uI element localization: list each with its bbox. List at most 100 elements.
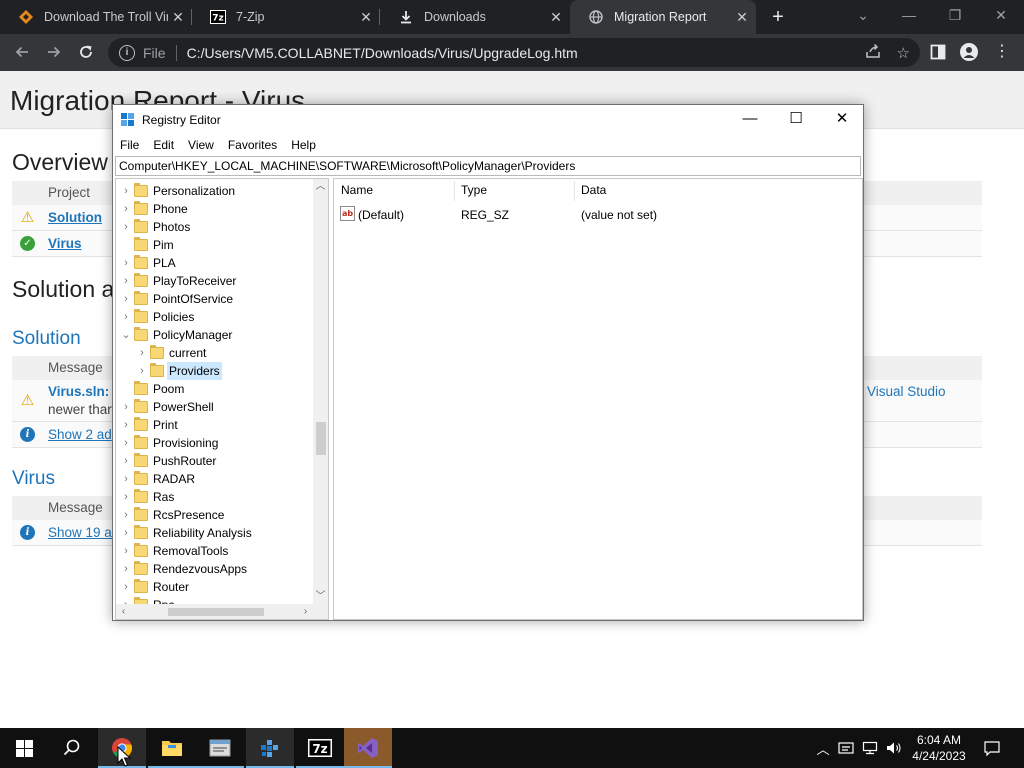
tree-horizontal-scrollbar[interactable]: ‹ › [116, 604, 328, 619]
back-icon[interactable] [8, 38, 36, 66]
tree-node-rcspresence[interactable]: › RcsPresence [120, 506, 320, 524]
volume-icon[interactable] [884, 728, 904, 768]
bookmark-star-icon[interactable]: ☆ [897, 44, 910, 62]
tree-node-powershell[interactable]: › PowerShell [120, 398, 320, 416]
system-clock[interactable]: 6:04 AM 4/24/2023 [908, 732, 970, 764]
expand-chevron-icon[interactable]: › [120, 470, 132, 488]
registry-key-tree[interactable]: › Personalization › Phone › Photos Pim › PLA › Pla… [115, 178, 329, 620]
new-tab-button[interactable]: + [766, 5, 790, 29]
registry-values-list[interactable]: Name Type Data ab (Default) REG_SZ (valu… [333, 178, 863, 620]
expand-chevron-icon[interactable]: › [120, 182, 132, 200]
tab-7zip[interactable]: 7z 7-Zip ✕ [192, 0, 380, 34]
taskbar-file-explorer[interactable] [148, 728, 196, 768]
side-panel-icon[interactable] [924, 38, 952, 66]
tree-node-pushrouter[interactable]: › PushRouter [120, 452, 320, 470]
project-link-solution[interactable]: Solution [48, 210, 102, 225]
tree-node-pla[interactable]: › PLA [120, 254, 320, 272]
expand-chevron-icon[interactable]: › [120, 398, 132, 416]
notification-center-icon[interactable] [980, 728, 1004, 768]
reload-icon[interactable] [72, 38, 100, 66]
tree-node-photos[interactable]: › Photos [120, 218, 320, 236]
scroll-thumb[interactable] [168, 608, 264, 616]
tray-security-icon[interactable] [836, 728, 856, 768]
close-button[interactable]: ✕ [819, 105, 865, 135]
scroll-up-arrow-icon[interactable]: ︿ [313, 179, 328, 195]
close-button[interactable]: ✕ [978, 0, 1024, 34]
tree-node-removaltools[interactable]: › RemovalTools [120, 542, 320, 560]
menu-file[interactable]: File [113, 135, 146, 155]
tab-search-chevron-icon[interactable]: ⌄ [840, 0, 886, 34]
tree-node-provisioning[interactable]: › Provisioning [120, 434, 320, 452]
expand-chevron-icon[interactable]: › [120, 254, 132, 272]
tree-node-poom[interactable]: Poom [120, 380, 320, 398]
show-additional-messages-link[interactable]: Show 19 ad [48, 525, 119, 540]
project-link-virus[interactable]: Virus [48, 236, 82, 251]
expand-chevron-icon[interactable]: › [120, 452, 132, 470]
share-icon[interactable] [865, 43, 881, 63]
scroll-right-arrow-icon[interactable]: › [298, 604, 313, 619]
expand-chevron-icon[interactable]: › [120, 308, 132, 326]
search-button[interactable] [48, 728, 96, 768]
window-titlebar[interactable]: Registry Editor — ☐ ✕ [113, 105, 863, 135]
tree-node-ras[interactable]: › Ras [120, 488, 320, 506]
expand-chevron-icon[interactable]: › [136, 344, 148, 362]
tree-node-personalization[interactable]: › Personalization [120, 182, 320, 200]
expand-chevron-icon[interactable]: › [120, 560, 132, 578]
network-icon[interactable] [860, 728, 880, 768]
site-info-icon[interactable]: i [119, 44, 135, 61]
expand-chevron-icon[interactable]: › [120, 200, 132, 218]
tree-node-policies[interactable]: › Policies [120, 308, 320, 326]
tree-node-providers[interactable]: › Providers [136, 362, 328, 380]
browser-menu-icon[interactable]: ⋮ [988, 38, 1016, 66]
expand-chevron-icon[interactable]: › [120, 218, 132, 236]
tree-node-print[interactable]: › Print [120, 416, 320, 434]
url-text[interactable]: C:/Users/VM5.COLLABNET/Downloads/Virus/U… [187, 45, 578, 61]
column-header-data[interactable]: Data [581, 183, 606, 197]
tree-node-pointofservice[interactable]: › PointOfService [120, 290, 320, 308]
tab-close-icon[interactable]: ✕ [168, 9, 188, 26]
expand-chevron-icon[interactable]: › [120, 542, 132, 560]
restore-button[interactable]: ❐ [932, 0, 978, 34]
column-header-type[interactable]: Type [461, 183, 487, 197]
tree-node-radar[interactable]: › RADAR [120, 470, 320, 488]
tab-troll-download[interactable]: Download The Troll Vir ✕ [0, 0, 192, 34]
registry-address-bar[interactable]: Computer\HKEY_LOCAL_MACHINE\SOFTWARE\Mic… [115, 156, 861, 176]
menu-edit[interactable]: Edit [146, 135, 181, 155]
show-additional-messages-link[interactable]: Show 2 ad [48, 427, 112, 442]
start-button[interactable] [0, 728, 48, 768]
tree-node-router[interactable]: › Router [120, 578, 320, 596]
column-header-name[interactable]: Name [341, 183, 373, 197]
tab-migration-report[interactable]: Migration Report ✕ [570, 0, 756, 34]
tab-close-icon[interactable]: ✕ [546, 9, 566, 26]
tree-node-policymanager[interactable]: ⌄ PolicyManager [120, 326, 320, 344]
tray-overflow-chevron-icon[interactable]: ︿ [814, 728, 832, 768]
minimize-button[interactable]: — [727, 105, 773, 135]
expand-chevron-icon[interactable]: › [120, 290, 132, 308]
tree-node-current[interactable]: › current [136, 344, 328, 362]
expand-chevron-icon[interactable]: › [120, 434, 132, 452]
scroll-down-arrow-icon[interactable]: ﹀ [313, 589, 328, 605]
taskbar-notepad-app[interactable] [196, 728, 244, 768]
expand-chevron-icon[interactable]: › [136, 362, 148, 380]
minimize-button[interactable]: — [886, 0, 932, 34]
collapse-chevron-icon[interactable]: ⌄ [120, 326, 132, 344]
tree-node-phone[interactable]: › Phone [120, 200, 320, 218]
scroll-thumb[interactable] [316, 422, 326, 455]
profile-avatar-icon[interactable] [955, 38, 983, 66]
tree-vertical-scrollbar[interactable]: ︿ ﹀ [313, 179, 328, 605]
expand-chevron-icon[interactable]: › [120, 578, 132, 596]
expand-chevron-icon[interactable]: › [120, 272, 132, 290]
expand-chevron-icon[interactable]: › [120, 416, 132, 434]
tree-node-rendezvousapps[interactable]: › RendezvousApps [120, 560, 320, 578]
tab-close-icon[interactable]: ✕ [356, 9, 376, 26]
taskbar-visual-studio[interactable] [344, 728, 392, 768]
forward-icon[interactable] [40, 38, 68, 66]
tree-node-pim[interactable]: Pim [120, 236, 320, 254]
menu-help[interactable]: Help [284, 135, 323, 155]
value-name[interactable]: (Default) [358, 208, 404, 222]
address-bar[interactable]: i File C:/Users/VM5.COLLABNET/Downloads/… [108, 38, 920, 67]
maximize-button[interactable]: ☐ [773, 105, 819, 135]
tab-downloads[interactable]: Downloads ✕ [380, 0, 570, 34]
menu-favorites[interactable]: Favorites [221, 135, 284, 155]
expand-chevron-icon[interactable]: › [120, 488, 132, 506]
